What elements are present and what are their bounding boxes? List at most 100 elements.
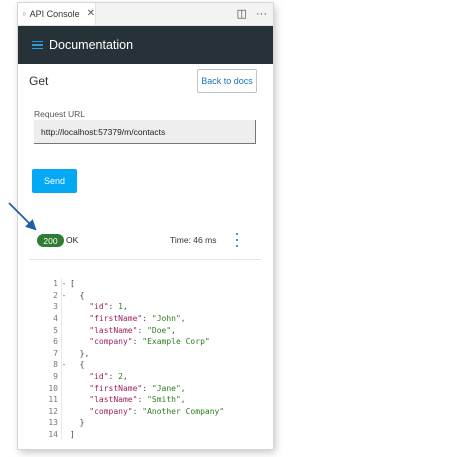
line-number: 7 [53, 348, 58, 358]
hamburger-icon[interactable] [32, 40, 43, 50]
api-console-window: API Console ✕ ◫ ··· Documentation Get Ba… [18, 3, 273, 449]
json-punctuation: : [142, 314, 152, 324]
line-number: 3 [53, 302, 58, 312]
code-content: [ [70, 279, 75, 288]
json-punctuation: { [70, 290, 85, 300]
status-badge: 200 [37, 234, 64, 247]
app-header: Documentation [18, 26, 273, 64]
json-punctuation: : [108, 372, 119, 382]
json-punctuation [70, 326, 89, 335]
code-content: ] [70, 430, 75, 439]
code-line: 10 "firstName": "Jane", [36, 382, 261, 394]
http-method-label: Get [29, 74, 49, 88]
json-value: "Example Corp" [142, 337, 210, 347]
json-key: "firstName" [89, 314, 143, 324]
json-value: "Smith" [147, 395, 181, 405]
code-content: "id": 1, [70, 302, 128, 311]
json-key: "company" [89, 406, 133, 416]
line-number: 10 [48, 383, 58, 393]
json-punctuation [70, 384, 89, 393]
line-number: 12 [48, 406, 58, 416]
code-content: "id": 2, [70, 372, 128, 381]
code-line: 7 }, [36, 348, 261, 360]
json-punctuation: , [123, 302, 128, 312]
json-punctuation [70, 395, 89, 404]
json-key: "lastName" [89, 395, 138, 405]
json-punctuation: { [70, 360, 85, 370]
send-button[interactable]: Send [32, 169, 77, 193]
json-punctuation [70, 314, 89, 323]
code-line: 6 "company": "Example Corp" [36, 336, 261, 348]
json-punctuation: ] [70, 430, 75, 440]
tab-title: API Console [29, 9, 80, 19]
line-number: 11 [48, 395, 58, 405]
json-value: "Another Company" [142, 406, 225, 416]
json-key: "id" [89, 302, 109, 312]
json-key: "lastName" [89, 325, 138, 335]
json-punctuation: : [142, 383, 152, 393]
code-content: { [70, 290, 85, 300]
json-punctuation: }, [70, 348, 90, 358]
close-icon[interactable]: ✕ [87, 9, 95, 19]
line-number: 9 [53, 372, 58, 382]
json-punctuation [70, 372, 89, 381]
line-number: 5 [53, 325, 58, 335]
tab-actions: ◫ ··· [237, 3, 267, 25]
json-key: "id" [89, 372, 109, 382]
fold-toggle-icon[interactable]: - [58, 291, 70, 300]
json-punctuation: } [70, 418, 85, 428]
json-punctuation: [ [70, 279, 75, 289]
json-punctuation: , [180, 395, 186, 405]
code-line: 1-[ [36, 278, 261, 290]
code-content: { [70, 360, 85, 370]
code-line: 9 "id": 2, [36, 371, 261, 383]
json-punctuation [70, 407, 89, 416]
code-content: } [70, 418, 85, 428]
split-editor-icon[interactable]: ◫ [237, 8, 247, 20]
json-punctuation: : [108, 302, 119, 312]
json-key: "firstName" [89, 383, 143, 393]
line-number: 14 [48, 430, 58, 440]
request-url-input[interactable]: http://localhost:57379/m/contacts [34, 120, 256, 144]
line-number: 13 [48, 418, 58, 428]
page-title: Documentation [49, 38, 134, 52]
code-content: "lastName": "Doe", [70, 326, 176, 335]
json-punctuation: , [180, 314, 186, 324]
vertical-dots-icon[interactable] [234, 233, 240, 247]
code-content: "lastName": "Smith", [70, 395, 186, 405]
json-punctuation: : [132, 406, 143, 416]
code-content: "company": "Example Corp" [70, 337, 210, 347]
json-punctuation: , [171, 325, 176, 335]
code-line: 4 "firstName": "John", [36, 313, 261, 325]
response-body-editor[interactable]: 1-[2- {3 "id": 1, 4 "firstName": "John", 5… [36, 278, 261, 440]
code-line: 12 "company": "Another Company" [36, 406, 261, 418]
code-line: 5 "lastName": "Doe", [36, 324, 261, 336]
fold-toggle-icon[interactable]: - [58, 360, 70, 369]
json-punctuation [70, 337, 89, 346]
line-number: 2 [53, 290, 58, 300]
json-punctuation: : [137, 325, 148, 335]
json-punctuation: , [180, 383, 186, 393]
line-number: 1 [53, 279, 58, 289]
json-value: "Jane" [151, 383, 181, 393]
tab-api-console[interactable]: API Console ✕ [18, 3, 96, 25]
tab-bar: API Console ✕ ◫ ··· [18, 3, 273, 26]
json-punctuation: : [137, 395, 148, 405]
divider [29, 259, 261, 260]
code-content: "company": "Another Company" [70, 407, 224, 416]
line-number: 8 [53, 360, 58, 370]
line-number: 6 [53, 337, 58, 347]
status-text: OK [66, 235, 79, 245]
back-to-docs-button[interactable]: Back to docs [197, 69, 257, 93]
json-key: "company" [89, 337, 133, 347]
code-content: "firstName": "Jane", [70, 383, 186, 393]
code-line: 8- { [36, 359, 261, 371]
fold-toggle-icon[interactable]: - [58, 279, 70, 288]
code-line: 13 } [36, 417, 261, 429]
json-punctuation: , [123, 372, 128, 382]
json-punctuation: : [132, 337, 143, 347]
more-actions-icon[interactable]: ··· [256, 8, 267, 20]
code-line: 3 "id": 1, [36, 301, 261, 313]
line-number: 4 [53, 314, 58, 324]
json-value: "John" [151, 314, 181, 324]
